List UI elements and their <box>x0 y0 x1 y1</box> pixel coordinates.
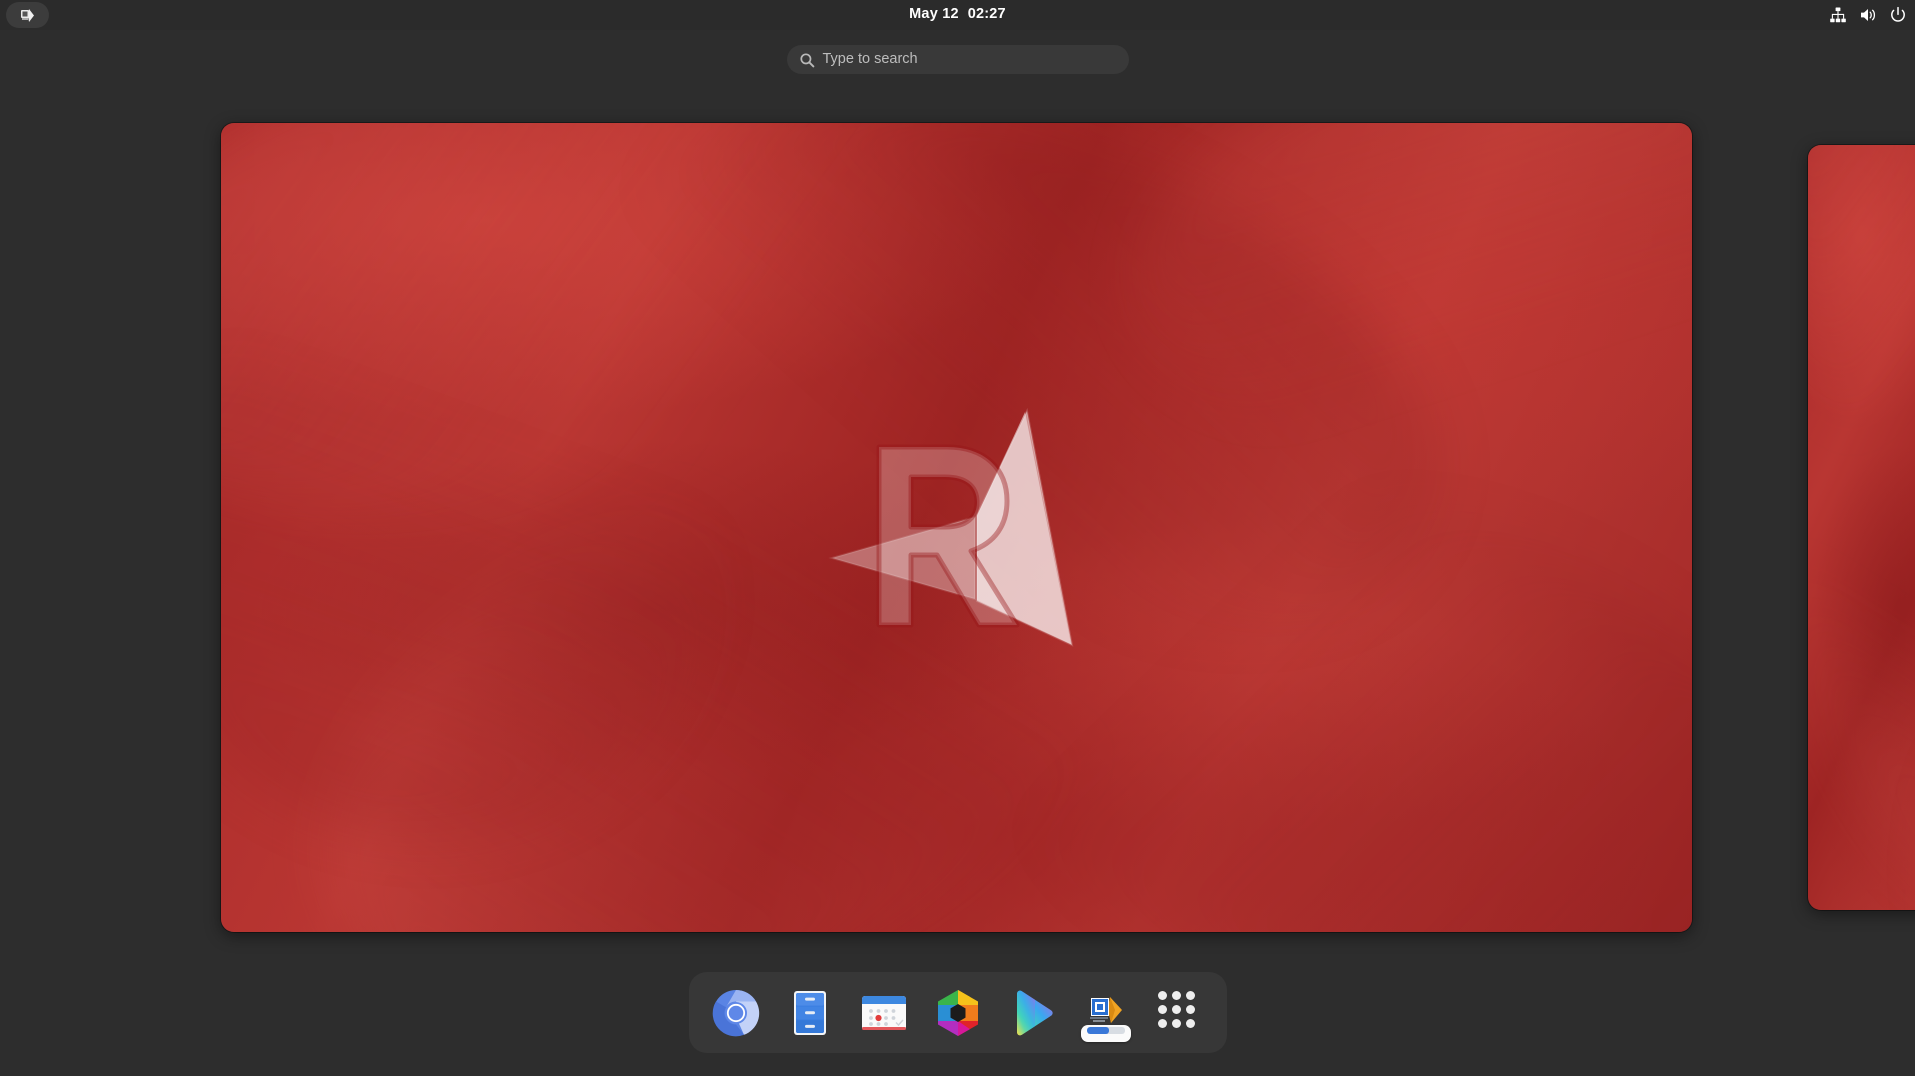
network-wired-icon[interactable] <box>1829 6 1847 24</box>
app-grid-icon[interactable] <box>1155 988 1205 1038</box>
dash-dock <box>689 972 1227 1053</box>
files-cabinet-icon <box>785 988 835 1038</box>
clock-date: May 12 <box>909 6 959 22</box>
dock-item-calendar[interactable] <box>847 972 921 1053</box>
dock-item-photos[interactable] <box>921 972 995 1053</box>
dock-item-chromium[interactable] <box>699 972 773 1053</box>
window-preview-reactos[interactable] <box>221 123 1692 932</box>
calendar-icon <box>859 988 909 1038</box>
wine-installer-icon <box>1081 988 1131 1038</box>
search-entry[interactable]: Type to search <box>787 45 1129 74</box>
gnome-overview: May 12 02:27 <box>0 0 1915 1076</box>
window-previews <box>0 90 1915 950</box>
clock-time: 02:27 <box>968 6 1006 22</box>
top-bar: May 12 02:27 <box>0 0 1915 30</box>
dock-item-files[interactable] <box>773 972 847 1053</box>
reactos-logo <box>221 123 1692 932</box>
wallpaper-reactos-secondary <box>1808 145 1915 910</box>
search-placeholder: Type to search <box>823 52 918 67</box>
volume-icon[interactable] <box>1859 6 1877 24</box>
dock-item-reactos-setup[interactable] <box>1069 972 1143 1053</box>
silk-fold <box>1808 450 1915 910</box>
clock[interactable]: May 12 02:27 <box>0 6 1915 22</box>
install-progress-bar <box>1087 1027 1125 1034</box>
chromium-icon <box>711 988 761 1038</box>
search-icon <box>799 52 815 68</box>
search-bar[interactable]: Type to search <box>0 45 1915 74</box>
dock-item-show-applications[interactable] <box>1143 972 1217 1053</box>
videos-play-icon <box>1007 988 1057 1038</box>
wallpaper-reactos <box>221 123 1692 932</box>
photos-hexagon-icon <box>933 988 983 1038</box>
silk-fold <box>1808 145 1915 515</box>
power-icon[interactable] <box>1889 6 1907 24</box>
window-preview-next-workspace[interactable] <box>1808 145 1915 910</box>
system-indicators[interactable] <box>1829 0 1907 30</box>
dock-item-videos[interactable] <box>995 972 1069 1053</box>
